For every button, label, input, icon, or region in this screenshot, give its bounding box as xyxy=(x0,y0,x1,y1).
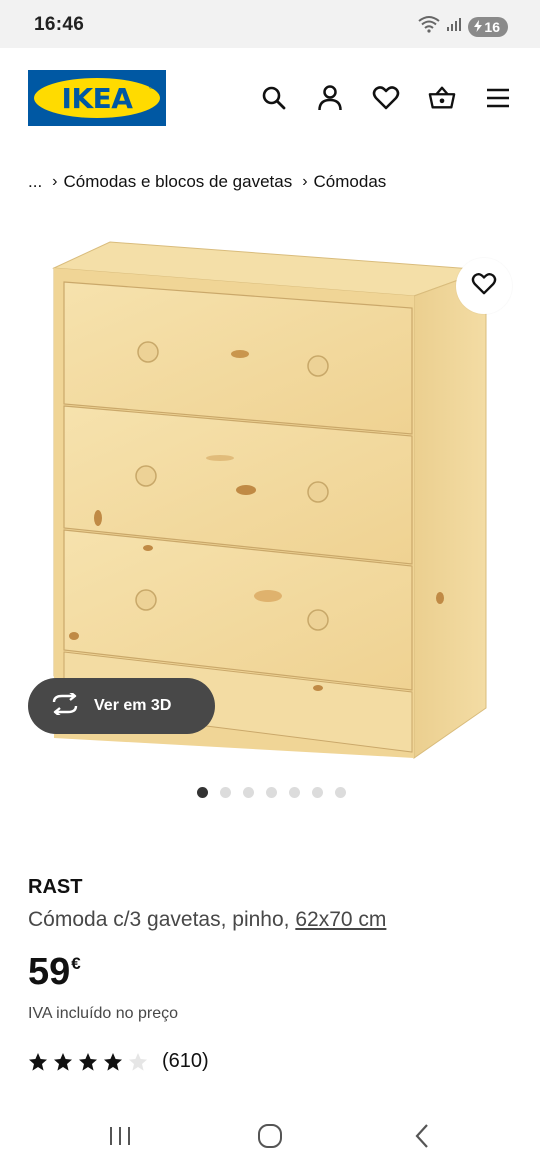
status-bar: 16:46 16 xyxy=(0,0,540,48)
star-filled-icon xyxy=(79,1052,97,1071)
rotate-3d-icon xyxy=(50,690,80,720)
logo-text: IKEA xyxy=(61,81,133,115)
star-empty-icon xyxy=(129,1052,147,1071)
search-icon[interactable] xyxy=(260,84,288,112)
pagination-dot[interactable] xyxy=(197,787,208,798)
rating-stars xyxy=(28,1052,148,1072)
ikea-logo[interactable]: IKEA ® xyxy=(28,70,166,126)
heart-icon xyxy=(471,272,497,301)
vat-note: IVA incluído no preço xyxy=(28,1005,179,1022)
basket-icon[interactable] xyxy=(428,84,456,112)
breadcrumb: ... › Cómodas e blocos de gavetas › Cómo… xyxy=(28,172,386,192)
wifi-icon xyxy=(418,15,441,38)
product-size-link[interactable]: 62x70 cm xyxy=(295,908,386,931)
pagination-dot[interactable] xyxy=(266,787,277,798)
price-value: 59 xyxy=(28,951,71,993)
header-actions xyxy=(260,84,512,112)
product-price: 59 € xyxy=(28,950,81,994)
system-navigation-bar xyxy=(0,1100,540,1170)
back-icon[interactable] xyxy=(402,1120,442,1152)
breadcrumb-ellipsis[interactable]: ... xyxy=(28,172,42,192)
pagination-dot[interactable] xyxy=(243,787,254,798)
chevron-right-icon: › xyxy=(52,173,58,190)
add-to-favourites-button[interactable] xyxy=(456,258,512,314)
pagination-dot[interactable] xyxy=(289,787,300,798)
review-count: (610) xyxy=(162,1050,209,1072)
charging-icon xyxy=(474,19,483,35)
pagination-dot[interactable] xyxy=(220,787,231,798)
pagination-dot[interactable] xyxy=(312,787,323,798)
status-icons: 16 xyxy=(418,15,508,38)
breadcrumb-item-dressers[interactable]: Cómodas xyxy=(314,172,387,192)
breadcrumb-item-chests-of-drawers[interactable]: Cómodas e blocos de gavetas xyxy=(64,172,293,192)
view-in-3d-label: Ver em 3D xyxy=(94,697,172,714)
product-description: Cómoda c/3 gavetas, pinho, 62x70 cm xyxy=(28,908,386,932)
star-filled-icon xyxy=(29,1052,47,1071)
product-rating[interactable]: (610) xyxy=(28,1050,209,1073)
product-gallery[interactable]: Ver em 3D xyxy=(0,218,540,778)
status-time: 16:46 xyxy=(34,14,85,35)
chevron-right-icon: › xyxy=(302,173,308,190)
view-in-3d-button[interactable]: Ver em 3D xyxy=(28,678,215,734)
heart-icon[interactable] xyxy=(372,84,400,112)
pagination-dot[interactable] xyxy=(335,787,346,798)
home-icon[interactable] xyxy=(250,1120,290,1152)
recent-apps-icon[interactable] xyxy=(100,1120,140,1152)
logo-oval: IKEA ® xyxy=(34,78,160,118)
product-type: Cómoda c/3 gavetas, pinho, xyxy=(28,908,296,931)
signal-icon xyxy=(446,16,462,37)
star-filled-icon xyxy=(54,1052,72,1071)
product-name: RAST xyxy=(28,876,83,898)
registered-mark: ® xyxy=(148,84,154,91)
site-header: IKEA ® xyxy=(0,48,540,152)
menu-icon[interactable] xyxy=(484,84,512,112)
price-currency: € xyxy=(71,954,81,973)
account-icon[interactable] xyxy=(316,84,344,112)
gallery-pagination xyxy=(197,787,346,798)
battery-indicator: 16 xyxy=(468,16,508,37)
star-filled-icon xyxy=(104,1052,122,1071)
battery-level: 16 xyxy=(484,18,500,35)
